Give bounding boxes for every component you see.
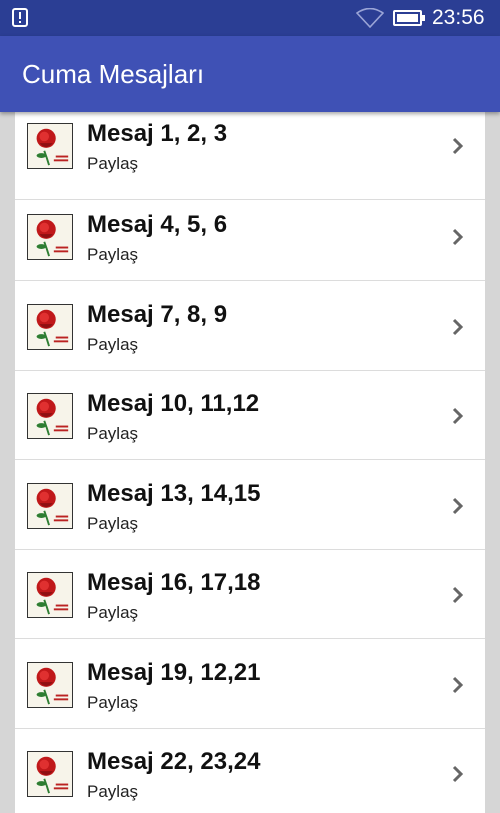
item-subtitle: Paylaş xyxy=(87,514,139,533)
item-title: Mesaj 13, 14,15 xyxy=(87,480,261,507)
item-title: Mesaj 1, 2, 3 xyxy=(87,120,228,147)
notification-alert-icon xyxy=(12,8,28,27)
item-subtitle: Paylaş xyxy=(87,693,139,712)
chevron-right-icon xyxy=(452,765,464,783)
chevron-right-icon xyxy=(452,676,464,694)
item-title: Mesaj 22, 23,24 xyxy=(87,748,261,775)
chevron-right-icon xyxy=(452,407,464,425)
list-item[interactable]: Mesaj 10, 11,12 Paylaş xyxy=(15,371,485,460)
item-subtitle: Paylaş xyxy=(87,245,139,264)
item-title: Mesaj 19, 12,21 xyxy=(87,659,261,686)
list-item[interactable]: Mesaj 16, 17,18 Paylaş xyxy=(15,550,485,639)
chevron-right-icon xyxy=(452,586,464,604)
list-item[interactable]: Mesaj 19, 12,21 Paylaş xyxy=(15,640,485,729)
list-item[interactable]: Mesaj 22, 23,24 Paylaş xyxy=(15,729,485,813)
rose-icon xyxy=(27,662,73,708)
item-subtitle: Paylaş xyxy=(87,154,139,173)
item-subtitle: Paylaş xyxy=(87,335,139,354)
chevron-right-icon xyxy=(452,137,464,155)
item-title: Mesaj 16, 17,18 xyxy=(87,569,261,596)
item-title: Mesaj 7, 8, 9 xyxy=(87,301,228,328)
app-bar: Cuma Mesajları xyxy=(0,36,500,112)
clock: 23:56 xyxy=(432,6,485,29)
rose-icon xyxy=(27,483,73,529)
status-bar: 23:56 xyxy=(0,0,500,36)
app-title: Cuma Mesajları xyxy=(22,59,205,89)
list-item[interactable]: Mesaj 4, 5, 6 Paylaş xyxy=(15,192,485,281)
wifi-icon xyxy=(356,8,384,28)
rose-icon xyxy=(27,304,73,350)
battery-icon xyxy=(393,10,425,26)
message-list[interactable]: Mesaj 1, 2, 3 Paylaş Mesaj 4, 5, 6 Payla… xyxy=(15,112,485,813)
item-subtitle: Paylaş xyxy=(87,424,139,443)
list-item[interactable]: Mesaj 7, 8, 9 Paylaş xyxy=(15,282,485,371)
chevron-right-icon xyxy=(452,318,464,336)
rose-icon xyxy=(27,751,73,797)
item-subtitle: Paylaş xyxy=(87,603,139,622)
item-subtitle: Paylaş xyxy=(87,782,139,801)
rose-icon xyxy=(27,214,73,260)
item-title: Mesaj 10, 11,12 xyxy=(87,390,260,417)
chevron-right-icon xyxy=(452,228,464,246)
list-item[interactable]: Mesaj 13, 14,15 Paylaş xyxy=(15,461,485,550)
chevron-right-icon xyxy=(452,497,464,515)
rose-icon xyxy=(27,123,73,169)
rose-icon xyxy=(27,393,73,439)
list-item[interactable]: Mesaj 1, 2, 3 Paylaş xyxy=(15,112,485,200)
item-title: Mesaj 4, 5, 6 xyxy=(87,211,228,238)
rose-icon xyxy=(27,572,73,618)
